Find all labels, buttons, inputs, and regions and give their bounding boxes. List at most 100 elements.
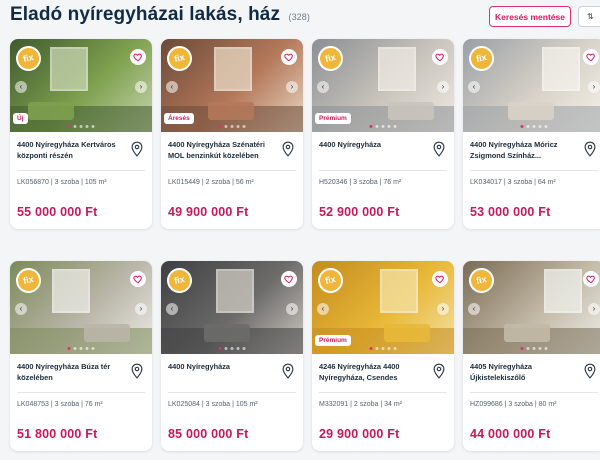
carousel-dot[interactable] — [520, 347, 524, 350]
carousel-dot[interactable] — [91, 347, 95, 350]
save-search-button[interactable]: Keresés mentése — [489, 6, 571, 27]
carousel-dot[interactable] — [73, 347, 77, 350]
carousel-dot[interactable] — [230, 125, 234, 128]
photo-carousel-dots[interactable] — [520, 125, 548, 128]
carousel-dot[interactable] — [532, 125, 536, 128]
sort-button[interactable]: ⇅ — [578, 6, 600, 27]
carousel-dot[interactable] — [538, 347, 542, 350]
carousel-dot[interactable] — [520, 125, 524, 128]
map-pin-icon[interactable] — [281, 141, 295, 157]
carousel-dot[interactable] — [381, 125, 385, 128]
carousel-dot[interactable] — [532, 347, 536, 350]
chevron-right-icon[interactable]: › — [135, 303, 147, 315]
chevron-right-icon[interactable]: › — [437, 303, 449, 315]
chevron-right-icon[interactable]: › — [135, 81, 147, 93]
chevron-right-icon[interactable]: › — [437, 81, 449, 93]
carousel-dot[interactable] — [91, 125, 95, 128]
map-pin-icon[interactable] — [583, 141, 597, 157]
chevron-right-icon[interactable]: › — [286, 81, 298, 93]
listing-photo[interactable]: fix ‹ › Áresés — [161, 39, 303, 132]
carousel-dot[interactable] — [544, 347, 548, 350]
heart-icon[interactable] — [583, 49, 599, 65]
chevron-left-icon[interactable]: ‹ — [15, 81, 27, 93]
carousel-dot[interactable] — [242, 125, 246, 128]
carousel-dot[interactable] — [236, 125, 240, 128]
carousel-dot[interactable] — [387, 347, 391, 350]
photo-carousel-dots[interactable] — [67, 347, 95, 350]
map-pin-icon[interactable] — [130, 141, 144, 157]
carousel-dot[interactable] — [381, 347, 385, 350]
carousel-dot[interactable] — [393, 125, 397, 128]
carousel-dot[interactable] — [79, 347, 83, 350]
carousel-dot[interactable] — [218, 125, 222, 128]
listing-card[interactable]: fix ‹ › Prémium 4400 Nyíregyháza H520346… — [312, 39, 454, 229]
map-pin-icon[interactable] — [130, 363, 144, 379]
listing-card[interactable]: fix ‹ › Új 4400 Nyíregyháza Kertváros kö… — [10, 39, 152, 229]
listing-card[interactable]: fix ‹ › Prémium 4246 Nyíregyháza 4400 Ny… — [312, 261, 454, 451]
carousel-dot[interactable] — [79, 125, 83, 128]
heart-icon[interactable] — [130, 271, 146, 287]
heart-icon[interactable] — [583, 271, 599, 287]
listing-address[interactable]: 4400 Nyíregyháza — [168, 361, 278, 372]
heart-icon[interactable] — [130, 49, 146, 65]
carousel-dot[interactable] — [224, 347, 228, 350]
carousel-dot[interactable] — [538, 125, 542, 128]
carousel-dot[interactable] — [236, 347, 240, 350]
carousel-dot[interactable] — [218, 347, 222, 350]
heart-icon[interactable] — [432, 49, 448, 65]
chevron-left-icon[interactable]: ‹ — [468, 303, 480, 315]
carousel-dot[interactable] — [544, 125, 548, 128]
map-pin-icon[interactable] — [281, 363, 295, 379]
carousel-dot[interactable] — [387, 125, 391, 128]
listing-photo[interactable]: fix ‹ › Prémium — [312, 39, 454, 132]
listing-photo[interactable]: fix ‹ › — [161, 261, 303, 354]
carousel-dot[interactable] — [230, 347, 234, 350]
listing-address[interactable]: 4405 Nyíregyháza Újkistelekiszőlő — [470, 361, 580, 383]
listing-card[interactable]: fix ‹ › 4400 Nyíregyháza Búza tér közelé… — [10, 261, 152, 451]
map-pin-icon[interactable] — [432, 363, 446, 379]
listing-card[interactable]: fix ‹ › 4400 Nyíregyháza LK025084 | 3 sz… — [161, 261, 303, 451]
photo-carousel-dots[interactable] — [369, 125, 397, 128]
listing-photo[interactable]: fix ‹ › — [463, 261, 600, 354]
photo-carousel-dots[interactable] — [520, 347, 548, 350]
heart-icon[interactable] — [281, 49, 297, 65]
photo-carousel-dots[interactable] — [369, 347, 397, 350]
carousel-dot[interactable] — [85, 347, 89, 350]
carousel-dot[interactable] — [73, 125, 77, 128]
chevron-left-icon[interactable]: ‹ — [468, 81, 480, 93]
chevron-left-icon[interactable]: ‹ — [15, 303, 27, 315]
heart-icon[interactable] — [432, 271, 448, 287]
carousel-dot[interactable] — [526, 347, 530, 350]
listing-address[interactable]: 4246 Nyíregyháza 4400 Nyíregyháza, Csend… — [319, 361, 429, 383]
listing-card[interactable]: fix ‹ › Áresés 4400 Nyíregyháza Szénatér… — [161, 39, 303, 229]
chevron-left-icon[interactable]: ‹ — [317, 81, 329, 93]
carousel-dot[interactable] — [526, 125, 530, 128]
listing-photo[interactable]: fix ‹ › Új — [10, 39, 152, 132]
listing-photo[interactable]: fix ‹ › — [10, 261, 152, 354]
listing-address[interactable]: 4400 Nyíregyháza Kertváros központi rész… — [17, 139, 127, 161]
photo-carousel-dots[interactable] — [67, 125, 95, 128]
listing-address[interactable]: 4400 Nyíregyháza Búza tér közelében — [17, 361, 127, 383]
listing-address[interactable]: 4400 Nyíregyháza Szénatéri MOL benzinkút… — [168, 139, 278, 161]
chevron-left-icon[interactable]: ‹ — [317, 303, 329, 315]
listing-card[interactable]: fix ‹ › 4400 Nyíregyháza Móricz Zsigmond… — [463, 39, 600, 229]
chevron-right-icon[interactable]: › — [588, 81, 600, 93]
listing-address[interactable]: 4400 Nyíregyháza Móricz Zsigmond Színház… — [470, 139, 580, 161]
photo-carousel-dots[interactable] — [218, 125, 246, 128]
chevron-right-icon[interactable]: › — [588, 303, 600, 315]
map-pin-icon[interactable] — [583, 363, 597, 379]
carousel-dot[interactable] — [224, 125, 228, 128]
chevron-left-icon[interactable]: ‹ — [166, 303, 178, 315]
listing-photo[interactable]: fix ‹ › — [463, 39, 600, 132]
carousel-dot[interactable] — [369, 125, 373, 128]
carousel-dot[interactable] — [67, 125, 71, 128]
listing-photo[interactable]: fix ‹ › Prémium — [312, 261, 454, 354]
map-pin-icon[interactable] — [432, 141, 446, 157]
photo-carousel-dots[interactable] — [218, 347, 246, 350]
carousel-dot[interactable] — [375, 347, 379, 350]
carousel-dot[interactable] — [375, 125, 379, 128]
heart-icon[interactable] — [281, 271, 297, 287]
carousel-dot[interactable] — [242, 347, 246, 350]
carousel-dot[interactable] — [369, 347, 373, 350]
chevron-left-icon[interactable]: ‹ — [166, 81, 178, 93]
